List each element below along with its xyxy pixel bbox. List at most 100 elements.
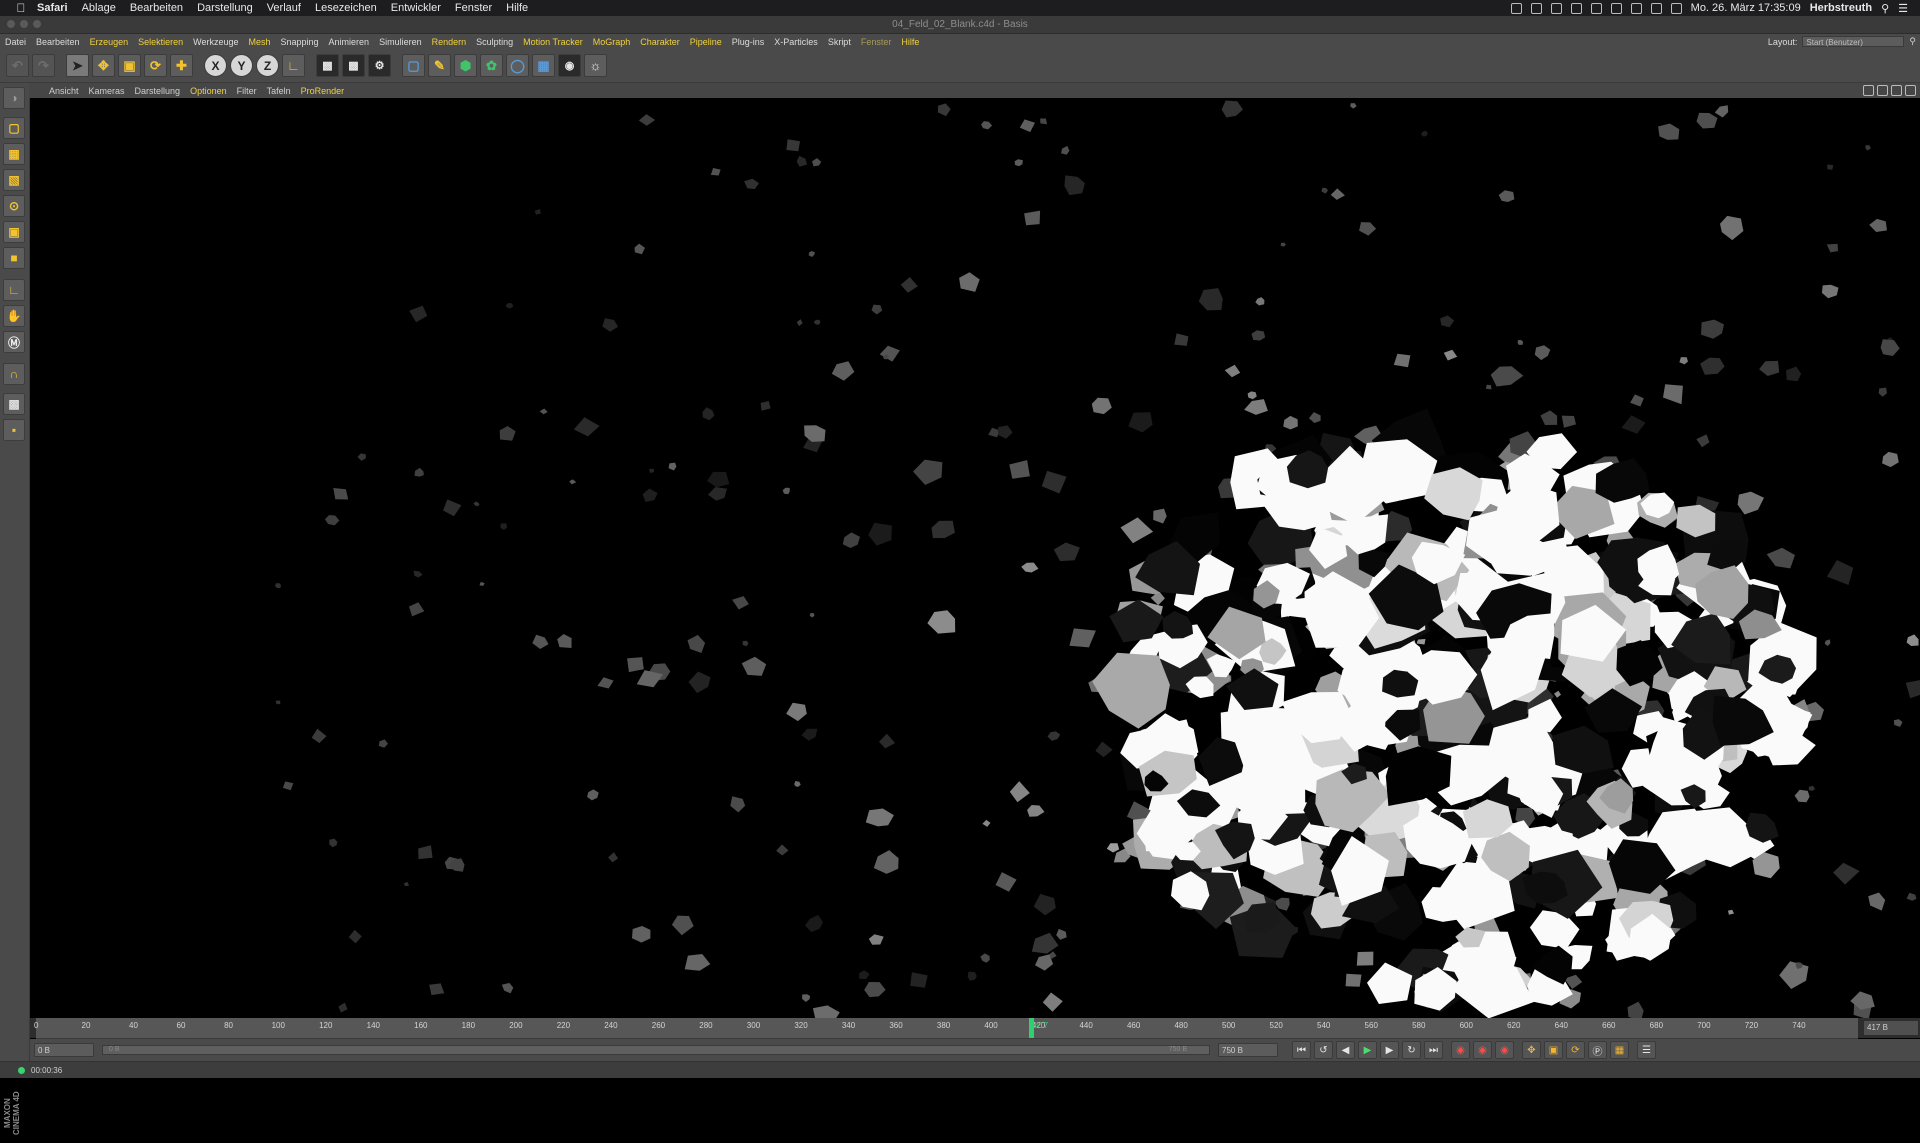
bluetooth-icon[interactable] <box>1630 2 1642 14</box>
record-rotation-button[interactable]: ⟳ <box>1566 1041 1585 1059</box>
tweak-mode-icon[interactable]: ✋ <box>3 305 25 327</box>
c4d-menu-plugins[interactable]: Plug-ins <box>732 37 765 47</box>
c4d-menu-werkzeuge[interactable]: Werkzeuge <box>193 37 238 47</box>
record-active-objects-button[interactable]: ◉ <box>1451 1041 1470 1059</box>
menu-fenster[interactable]: Fenster <box>455 2 492 14</box>
render-picture-viewer-icon[interactable]: ▩ <box>342 54 365 77</box>
timeline-ruler[interactable]: 0 20 40 60 80 100 120 140 160 180 200 220 240 260 280 3… <box>34 1018 1858 1039</box>
cloud-icon[interactable] <box>1530 2 1542 14</box>
layout-dropdown[interactable]: Start (Benutzer) <box>1802 36 1905 47</box>
c4d-menu-pipeline[interactable]: Pipeline <box>690 37 722 47</box>
subdivision-icon[interactable]: ⬢ <box>454 54 477 77</box>
points-mode-icon[interactable]: ⊙ <box>3 195 25 217</box>
spotlight-search-icon[interactable]: ⚲ <box>1881 2 1889 15</box>
record-position-button[interactable]: ✥ <box>1522 1041 1541 1059</box>
c4d-menu-xparticles[interactable]: X-Particles <box>774 37 818 47</box>
next-key-button[interactable]: ↻ <box>1402 1041 1421 1059</box>
menu-darstellung[interactable]: Darstellung <box>197 2 253 14</box>
render-settings-icon[interactable]: ⚙ <box>368 54 391 77</box>
timeline-settings-button[interactable]: ☰ <box>1637 1041 1656 1059</box>
record-scale-button[interactable]: ▣ <box>1544 1041 1563 1059</box>
c4d-menu-motion-tracker[interactable]: Motion Tracker <box>523 37 583 47</box>
redo-icon[interactable]: ↷ <box>32 54 55 77</box>
menu-verlauf[interactable]: Verlauf <box>267 2 301 14</box>
c4d-menu-charakter[interactable]: Charakter <box>640 37 680 47</box>
record-parameter-button[interactable]: Ⓟ <box>1588 1041 1607 1059</box>
menubar-user[interactable]: Herbstreuth <box>1810 2 1872 14</box>
workplane-mode-icon[interactable]: ▧ <box>3 169 25 191</box>
axis-mode-icon[interactable]: ∟ <box>3 279 25 301</box>
c4d-menu-bearbeiten[interactable]: Bearbeiten <box>36 37 80 47</box>
current-frame-field[interactable]: 417 B <box>1864 1021 1918 1035</box>
tray-icon[interactable] <box>1510 2 1522 14</box>
menu-ablage[interactable]: Ablage <box>82 2 116 14</box>
vp-menu-prorender[interactable]: ProRender <box>301 86 345 96</box>
pen-spline-icon[interactable]: ✎ <box>428 54 451 77</box>
vp-menu-kameras[interactable]: Kameras <box>89 86 125 96</box>
polygons-mode-icon[interactable]: ■ <box>3 247 25 269</box>
menu-bearbeiten[interactable]: Bearbeiten <box>130 2 183 14</box>
close-window-button[interactable] <box>7 20 15 28</box>
axis-x-lock-button[interactable]: X <box>204 54 227 77</box>
notification-center-icon[interactable]: ☰ <box>1898 2 1908 15</box>
c4d-menu-fenster[interactable]: Fenster <box>861 37 892 47</box>
keyframe-selection-button[interactable]: ◉ <box>1495 1041 1514 1059</box>
c4d-menu-snapping[interactable]: Snapping <box>281 37 319 47</box>
floor-scene-icon[interactable]: ▦ <box>532 54 555 77</box>
play-forward-button[interactable]: ▶ <box>1358 1041 1377 1059</box>
preview-range-slider[interactable]: 0 B 750 B <box>102 1045 1210 1055</box>
menu-hilfe[interactable]: Hilfe <box>506 2 528 14</box>
cube-object-icon[interactable]: ▢ <box>402 54 425 77</box>
pan-view-icon[interactable] <box>1863 85 1874 96</box>
c4d-menu-rendern[interactable]: Rendern <box>432 37 467 47</box>
c4d-menu-mograph[interactable]: MoGraph <box>593 37 631 47</box>
axis-z-lock-button[interactable]: Z <box>256 54 279 77</box>
snap-icon[interactable]: Ⓜ <box>3 331 25 353</box>
c4d-menu-animieren[interactable]: Animieren <box>329 37 370 47</box>
playhead[interactable] <box>1028 1018 1034 1038</box>
3d-viewport[interactable] <box>30 98 1920 1018</box>
dropbox-icon[interactable] <box>1570 2 1582 14</box>
menu-lesezeichen[interactable]: Lesezeichen <box>315 2 377 14</box>
move-tool-icon[interactable]: ✥ <box>92 54 115 77</box>
planar-workplane-icon[interactable]: ▪ <box>3 419 25 441</box>
model-mode-icon[interactable]: ▢ <box>3 117 25 139</box>
zoom-view-icon[interactable] <box>1877 85 1888 96</box>
vp-menu-ansicht[interactable]: Ansicht <box>49 86 79 96</box>
location-icon[interactable] <box>1550 2 1562 14</box>
recent-tool-icon[interactable]: ✚ <box>170 54 193 77</box>
cloner-icon[interactable]: ✿ <box>480 54 503 77</box>
coordinate-system-icon[interactable]: ∟ <box>282 54 305 77</box>
zoom-window-button[interactable] <box>33 20 41 28</box>
axis-y-lock-button[interactable]: Y <box>230 54 253 77</box>
vp-menu-tafeln[interactable]: Tafeln <box>267 86 291 96</box>
start-frame-field[interactable]: 0 B <box>34 1043 94 1057</box>
wifi-icon[interactable] <box>1650 2 1662 14</box>
c4d-menu-selektieren[interactable]: Selektieren <box>138 37 183 47</box>
c4d-menu-hilfe[interactable]: Hilfe <box>901 37 919 47</box>
make-editable-icon[interactable]: ◑ <box>3 87 25 109</box>
c4d-menu-sculpting[interactable]: Sculpting <box>476 37 513 47</box>
undo-icon[interactable]: ↶ <box>6 54 29 77</box>
go-to-end-button[interactable]: ⏭ <box>1424 1041 1443 1059</box>
c4d-menu-skript[interactable]: Skript <box>828 37 851 47</box>
menubar-clock[interactable]: Mo. 26. März 17:35:09 <box>1691 2 1801 14</box>
scale-tool-icon[interactable]: ▣ <box>118 54 141 77</box>
vp-menu-filter[interactable]: Filter <box>237 86 257 96</box>
c4d-menu-mesh[interactable]: Mesh <box>248 37 270 47</box>
lock-workplane-icon[interactable]: ▩ <box>3 393 25 415</box>
previous-key-button[interactable]: ↺ <box>1314 1041 1333 1059</box>
rotate-tool-icon[interactable]: ⟳ <box>144 54 167 77</box>
search-icon[interactable]: ⚲ <box>1909 36 1916 47</box>
apple-icon[interactable]:  <box>12 1 30 15</box>
display-icon[interactable] <box>1590 2 1602 14</box>
deformer-icon[interactable]: ◯ <box>506 54 529 77</box>
menu-app-name[interactable]: Safari <box>37 2 68 14</box>
go-to-start-button[interactable]: ⏮ <box>1292 1041 1311 1059</box>
edges-mode-icon[interactable]: ▣ <box>3 221 25 243</box>
render-view-icon[interactable]: ▩ <box>316 54 339 77</box>
menu-entwickler[interactable]: Entwickler <box>391 2 441 14</box>
record-pla-button[interactable]: ▦ <box>1610 1041 1629 1059</box>
camera-icon[interactable]: ◉ <box>558 54 581 77</box>
next-frame-button[interactable]: ▶ <box>1380 1041 1399 1059</box>
